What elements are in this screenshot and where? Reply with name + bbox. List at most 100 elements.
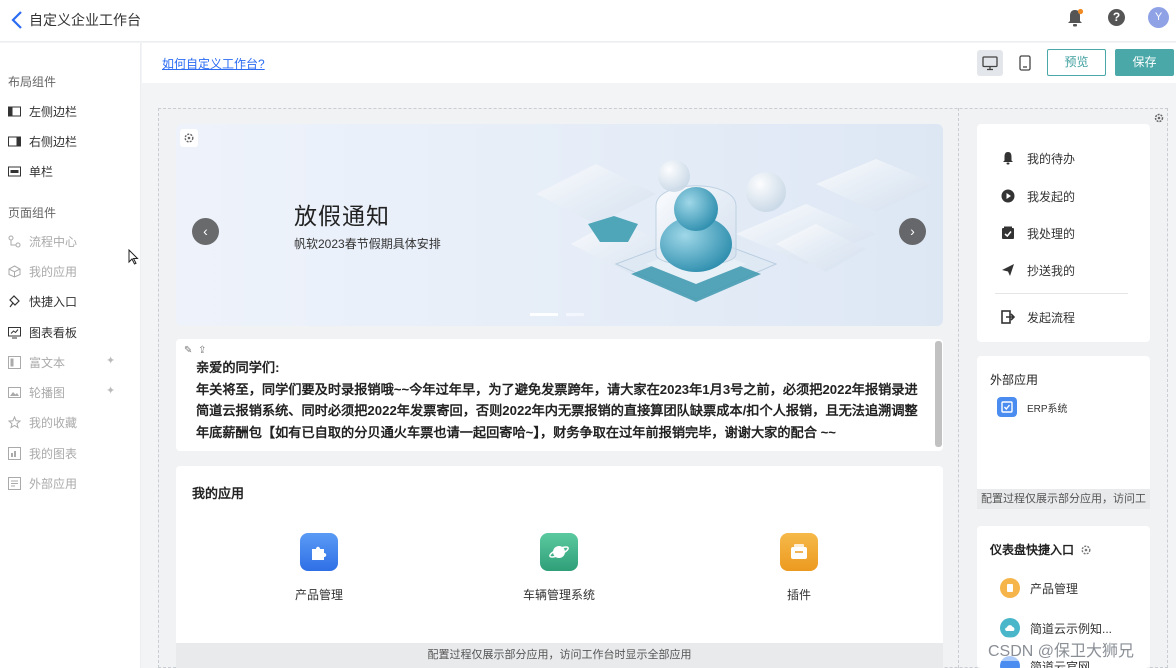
back-arrow-icon[interactable]: [8, 9, 28, 31]
sidebar-item-chart-board[interactable]: 图表看板: [8, 323, 77, 341]
sidebar-item-label: 我的图表: [29, 446, 78, 461]
notice-scrollbar[interactable]: [935, 341, 942, 447]
column-divider[interactable]: [958, 108, 959, 668]
carousel-next-button[interactable]: ›: [899, 218, 926, 245]
app-item-vehicle-system[interactable]: 车辆管理系统: [499, 533, 619, 603]
notice-body: 年关将至，同学们要及时录报销哦~~今年过年早，为了避免发票跨年，请大家在2023…: [196, 381, 918, 440]
todo-item-my-todos[interactable]: 我的待办: [1001, 150, 1075, 166]
dashboard-item-product[interactable]: 产品管理: [1000, 578, 1078, 598]
notice-greeting: 亲爱的同学们:: [196, 360, 280, 375]
todo-label: 我的待办: [1027, 151, 1076, 166]
sidebar-item-label: 图表看板: [29, 325, 78, 340]
desktop-view-button[interactable]: [977, 50, 1003, 76]
start-process-button[interactable]: 发起流程: [1001, 309, 1075, 325]
quick-entry-icon: [9, 294, 20, 307]
page-section-title: 页面组件: [8, 206, 57, 220]
avatar[interactable]: Y: [1148, 7, 1169, 28]
sidebar-item-label: 右侧边栏: [29, 134, 78, 149]
save-button[interactable]: 保存: [1115, 49, 1174, 76]
send-icon: [1002, 264, 1014, 276]
sidebar-item-rich-text[interactable]: 富文本 ✦: [8, 353, 133, 371]
sidebar-item-external-apps[interactable]: 外部应用: [8, 474, 77, 492]
sidebar-item-carousel[interactable]: 轮播图 ✦: [8, 383, 133, 401]
sidebar-item-label: 快捷入口: [29, 294, 78, 309]
top-header: 自定义企业工作台 ? Y: [0, 0, 1176, 42]
dashboard-title-text: 仪表盘快捷入口: [990, 543, 1075, 557]
sidebar-item-label: 单栏: [29, 164, 54, 179]
sparkle-icon: ✦: [106, 385, 116, 397]
banner-illustration: [536, 159, 936, 302]
check-box-icon: [1002, 226, 1014, 239]
carousel-prev-button[interactable]: ‹: [192, 218, 219, 245]
dashboard-item-label: 简道云示例知...: [1030, 621, 1113, 636]
bell-icon: [1003, 152, 1013, 165]
help-icon[interactable]: ?: [1108, 9, 1125, 26]
todo-label: 抄送我的: [1027, 263, 1076, 278]
puzzle-icon: [300, 533, 338, 571]
external-app-icon: [8, 476, 21, 490]
banner-title: 放假通知: [294, 203, 390, 229]
rich-text-icon: [8, 355, 21, 369]
box-icon: [780, 533, 818, 571]
mobile-view-button[interactable]: [1012, 50, 1038, 76]
mouse-cursor-icon: [128, 249, 139, 265]
apps-footer-note: 配置过程仅展示部分应用，访问工作台时显示全部应用: [176, 643, 943, 668]
app-item-product-management[interactable]: 产品管理: [259, 533, 379, 603]
how-to-customize-link[interactable]: 如何自定义工作台?: [162, 55, 265, 72]
sidebar-item-label: 我的应用: [29, 264, 78, 279]
single-column-icon: [8, 166, 21, 176]
bell-icon[interactable]: [1066, 8, 1084, 28]
sidebar-item-my-charts[interactable]: 我的图表: [8, 444, 77, 462]
app-label: 产品管理: [294, 588, 343, 602]
app-label: 车辆管理系统: [522, 588, 595, 602]
carousel-indicators[interactable]: [530, 305, 592, 319]
sidebar-item-process-center[interactable]: 流程中心: [8, 232, 77, 250]
todo-label: 我发起的: [1027, 189, 1076, 204]
chart-board-icon: [8, 326, 21, 338]
image-icon: [8, 386, 21, 398]
carousel-banner[interactable]: [176, 124, 943, 326]
gear-icon[interactable]: [1080, 544, 1092, 556]
sidebar-item-label: 左侧边栏: [29, 104, 78, 119]
sidebar-item-label: 我的收藏: [29, 415, 78, 430]
sidebar-item-favorites[interactable]: 我的收藏: [8, 413, 77, 431]
left-sidebar-icon: [8, 106, 21, 116]
banner-settings-button[interactable]: [180, 129, 198, 147]
format-icon[interactable]: ⇪: [198, 345, 206, 356]
sidebar-item-label: 富文本: [29, 355, 66, 370]
page-title: 自定义企业工作台: [29, 12, 141, 28]
external-app-erp[interactable]: ERP系统: [997, 397, 1068, 417]
preview-button[interactable]: 预览: [1047, 49, 1106, 76]
sidebar-item-right-sidebar[interactable]: 右侧边栏: [8, 132, 77, 150]
dashboard-item-jdy-example[interactable]: 简道云示例知...: [1000, 618, 1112, 638]
sidebar-item-quick-entry[interactable]: 快捷入口: [8, 292, 77, 310]
erp-app-icon: [997, 397, 1017, 417]
todo-item-initiated[interactable]: 我发起的: [1001, 188, 1075, 204]
sidebar-item-label: 外部应用: [29, 476, 78, 491]
app-label: 插件: [786, 588, 811, 602]
dashboard-item-label: 产品管理: [1030, 581, 1079, 596]
external-apps-title: 外部应用: [990, 373, 1039, 387]
banner-subtitle: 帆软2023春节假期具体安排: [294, 237, 441, 251]
sidebar-item-left-sidebar[interactable]: 左侧边栏: [8, 102, 77, 120]
play-icon: [1001, 189, 1015, 203]
cloud-icon: [1000, 618, 1020, 638]
desktop-icon: [982, 55, 998, 70]
edit-icon[interactable]: ✎: [184, 345, 192, 356]
rich-text-toolbar: ✎ ⇪: [184, 345, 206, 356]
sidebar-item-single-column[interactable]: 单栏: [8, 162, 53, 180]
notice-content: 亲爱的同学们: 年关将至，同学们要及时录报销哦~~今年过年早，为了避免发票跨年，…: [196, 357, 921, 443]
sidebar-item-label: 轮播图: [29, 385, 66, 400]
editor-toolbar: 如何自定义工作台? 预览 保存: [142, 43, 1176, 83]
chart-icon: [8, 446, 21, 460]
divider: [995, 293, 1128, 294]
cube-icon: [8, 264, 21, 278]
todo-item-handled[interactable]: 我处理的: [1001, 225, 1075, 241]
layout-section-title: 布局组件: [8, 75, 57, 89]
gear-icon[interactable]: [1153, 112, 1165, 124]
my-apps-title: 我的应用: [192, 486, 245, 501]
app-item-plugin[interactable]: 插件: [739, 533, 859, 603]
process-icon: [8, 235, 21, 247]
sidebar-item-my-apps[interactable]: 我的应用: [8, 262, 77, 280]
todo-item-cc-me[interactable]: 抄送我的: [1001, 262, 1075, 278]
